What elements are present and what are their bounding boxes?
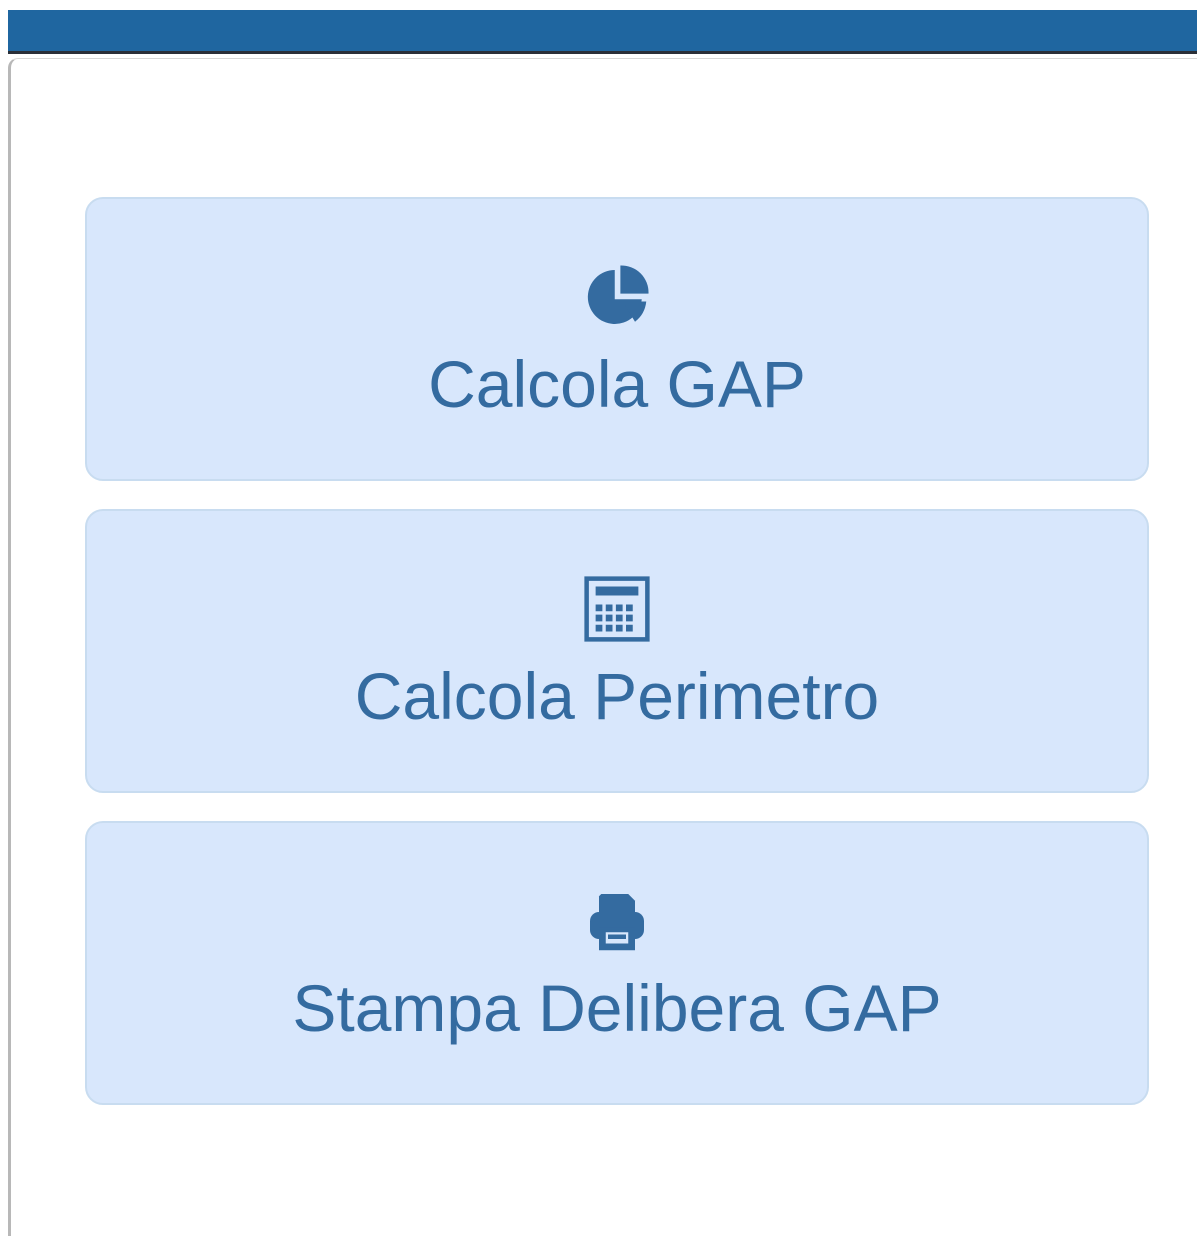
calcola-gap-label: Calcola GAP [428,347,806,421]
stampa-delibera-gap-button[interactable]: Stampa Delibera GAP [85,821,1149,1105]
calcola-perimetro-label: Calcola Perimetro [354,659,880,733]
application-screen: Calcola GAP Calcola Perimetro Stampa Del… [0,0,1197,1236]
pie-chart-icon [581,261,653,333]
calcola-perimetro-button[interactable]: Calcola Perimetro [85,509,1149,793]
calculator-icon [581,573,653,645]
top-toolbar [8,10,1197,54]
actions-panel: Calcola GAP Calcola Perimetro Stampa Del… [8,58,1197,1236]
printer-icon [581,885,653,957]
action-button-list: Calcola GAP Calcola Perimetro Stampa Del… [85,197,1149,1105]
calcola-gap-button[interactable]: Calcola GAP [85,197,1149,481]
stampa-delibera-gap-label: Stampa Delibera GAP [292,971,942,1045]
